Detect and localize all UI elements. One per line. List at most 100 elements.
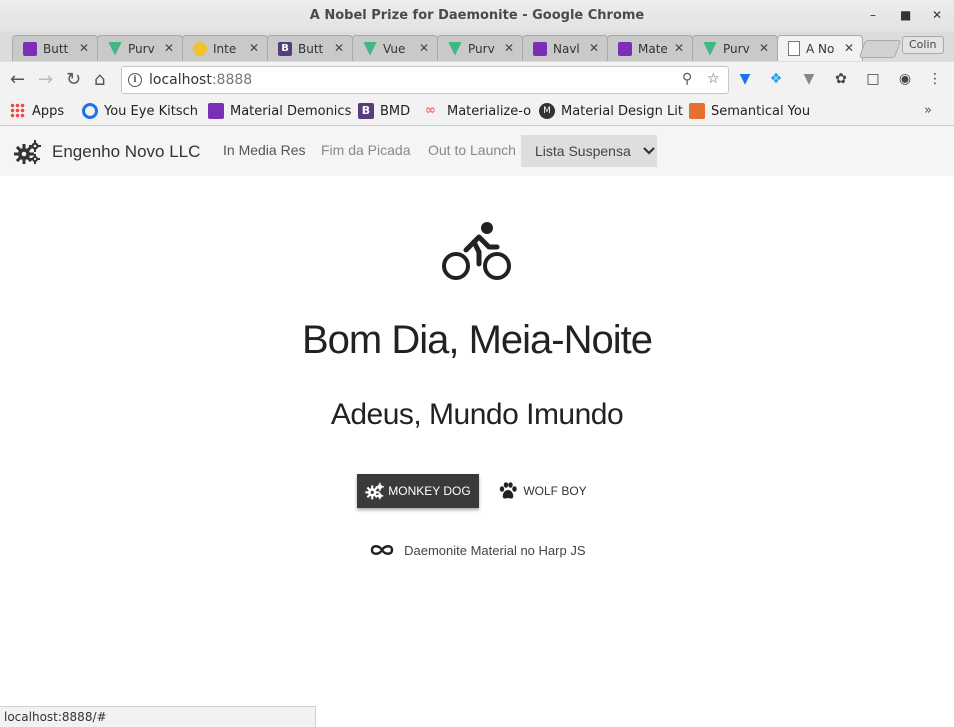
footer-text: Daemonite Material no Harp JS [404, 543, 586, 558]
close-tab-icon[interactable]: ✕ [674, 41, 684, 55]
bookmark-material-design-lite[interactable]: M Material Design Lit [539, 103, 698, 119]
tab-label: Vue [383, 41, 406, 56]
bookmark-bmd[interactable]: B BMD [358, 103, 410, 119]
minimize-icon[interactable]: – [870, 8, 876, 22]
infinity-icon [370, 545, 393, 555]
new-tab-button[interactable] [858, 40, 902, 58]
zoom-icon[interactable]: ⚲ [682, 71, 692, 87]
address-bar[interactable]: i localhost:8888 ⚲ ☆ [121, 66, 729, 94]
button-label: MONKEY DOG [388, 484, 471, 498]
browser-tab[interactable]: Inte ✕ [182, 35, 268, 61]
palette-icon[interactable]: ✿ [832, 70, 850, 88]
close-tab-icon[interactable]: ✕ [334, 41, 344, 55]
chevron-down-icon [642, 147, 655, 155]
url-port: :8888 [211, 72, 253, 88]
bookmark-label: Semantical You [711, 103, 811, 119]
dropdown-label: Lista Suspensa [535, 143, 631, 159]
semantic-ui-icon [689, 103, 705, 119]
home-icon[interactable]: ⌂ [94, 69, 105, 90]
bookmark-label: Material Design Lit [561, 103, 683, 119]
reload-icon[interactable]: ↻ [66, 69, 81, 90]
paw-icon [500, 482, 518, 499]
vue-icon [448, 41, 462, 56]
tab-label: Purv [468, 41, 495, 56]
close-tab-icon[interactable]: ✕ [759, 41, 769, 55]
browser-tab[interactable]: Mate ✕ [607, 35, 693, 61]
maximize-icon[interactable]: ■ [900, 8, 911, 22]
bookmark-materialize-o[interactable]: ∞ Materialize-o [425, 103, 531, 119]
screenshot-icon[interactable]: □ [864, 70, 882, 88]
bookmark-semantical-you[interactable]: Semantical You [689, 103, 810, 119]
vue-devtools-icon[interactable]: ▼ [736, 70, 754, 88]
ui-kit-icon [82, 103, 98, 119]
more-bookmarks-icon[interactable]: » [924, 103, 932, 118]
bootstrap-icon: B [358, 103, 374, 119]
hero-subtitle: Adeus, Mundo Imundo [330, 398, 624, 431]
tab-label: Inte [213, 41, 237, 56]
python-icon [193, 41, 207, 56]
nav-dropdown[interactable]: Lista Suspensa [521, 135, 657, 167]
bookmark-you-eye-kitsch[interactable]: You Eye Kitsch [82, 103, 198, 119]
tab-strip: Butt ✕ Purv ✕ Inte ✕ B Butt ✕ Vue ✕ Purv… [0, 32, 954, 62]
tab-label: Butt [43, 41, 69, 56]
site-info-icon[interactable]: i [128, 73, 142, 87]
materialize-logo-icon: ∞ [425, 103, 436, 118]
back-icon[interactable]: ← [10, 69, 25, 90]
bookmark-apps[interactable]: Apps [10, 103, 64, 119]
bootstrap-icon: B [278, 41, 292, 56]
tab-label: Purv [128, 41, 155, 56]
nav-link-in-media-res[interactable]: In Media Res [223, 142, 305, 158]
bookmark-star-icon[interactable]: ☆ [707, 71, 720, 87]
brand[interactable]: Engenho Novo LLC [14, 139, 200, 165]
browser-tab[interactable]: Navl ✕ [522, 35, 608, 61]
browser-tab[interactable]: Purv ✕ [437, 35, 523, 61]
bookmark-label: You Eye Kitsch [104, 103, 198, 119]
close-tab-icon[interactable]: ✕ [249, 41, 259, 55]
button-label: WOLF BOY [523, 484, 587, 498]
tab-label: Mate [638, 41, 668, 56]
close-window-icon[interactable]: ✕ [932, 8, 942, 22]
tab-label: A No [806, 41, 835, 56]
vue-icon [363, 41, 377, 56]
bookmark-label: Material Demonics [230, 103, 352, 119]
vue-icon [108, 41, 122, 56]
browser-tab-active[interactable]: A No ✕ [777, 35, 863, 61]
close-tab-icon[interactable]: ✕ [164, 41, 174, 55]
profile-button[interactable]: Colin [902, 36, 944, 54]
bookmark-label: Apps [32, 103, 65, 119]
bookmark-material-demonics[interactable]: Material Demonics [208, 103, 351, 119]
vue-extension-icon[interactable]: ▼ [800, 70, 818, 88]
nav-link-fim-da-picada[interactable]: Fim da Picada [321, 142, 410, 158]
url-host: localhost [149, 72, 212, 88]
browser-tab[interactable]: Butt ✕ [12, 35, 98, 61]
nav-link-out-to-launch[interactable]: Out to Launch [428, 142, 516, 158]
browser-tab[interactable]: Vue ✕ [352, 35, 438, 61]
browser-tab[interactable]: Purv ✕ [692, 35, 778, 61]
close-tab-icon[interactable]: ✕ [79, 41, 89, 55]
tab-label: Navl [553, 41, 580, 56]
site-navbar: Engenho Novo LLC In Media Res Fim da Pic… [0, 126, 954, 176]
window-title-bar: A Nobel Prize for Daemonite - Google Chr… [0, 0, 954, 32]
monkey-dog-button[interactable]: MONKEY DOG [357, 474, 479, 508]
lightbulb-icon[interactable]: ◉ [896, 70, 914, 88]
forward-icon[interactable]: → [38, 69, 53, 90]
bicycle-icon [442, 222, 511, 280]
page-icon [788, 41, 800, 56]
browser-tab[interactable]: Purv ✕ [97, 35, 183, 61]
bookmarks-bar: Apps You Eye Kitsch Material Demonics B … [0, 98, 954, 126]
cogs-icon [365, 482, 385, 500]
cogs-icon [14, 140, 41, 164]
twitter-icon[interactable]: ❖ [767, 70, 785, 88]
menu-icon[interactable]: ⋮ [926, 70, 944, 88]
close-tab-icon[interactable]: ✕ [504, 41, 514, 55]
browser-tab[interactable]: B Butt ✕ [267, 35, 353, 61]
close-tab-icon[interactable]: ✕ [589, 41, 599, 55]
apps-grid-icon [10, 103, 26, 119]
footer-credit: Daemonite Material no Harp JS [0, 543, 954, 558]
close-tab-icon[interactable]: ✕ [844, 41, 854, 55]
browser-toolbar: ← → ↻ ⌂ i localhost:8888 ⚲ ☆ ▼ ❖ ▼ ✿ □ ◉… [0, 62, 954, 98]
mdl-icon: M [539, 103, 555, 119]
wolf-boy-button[interactable]: WOLF BOY [488, 474, 597, 508]
close-tab-icon[interactable]: ✕ [419, 41, 429, 55]
tab-label: Purv [723, 41, 750, 56]
